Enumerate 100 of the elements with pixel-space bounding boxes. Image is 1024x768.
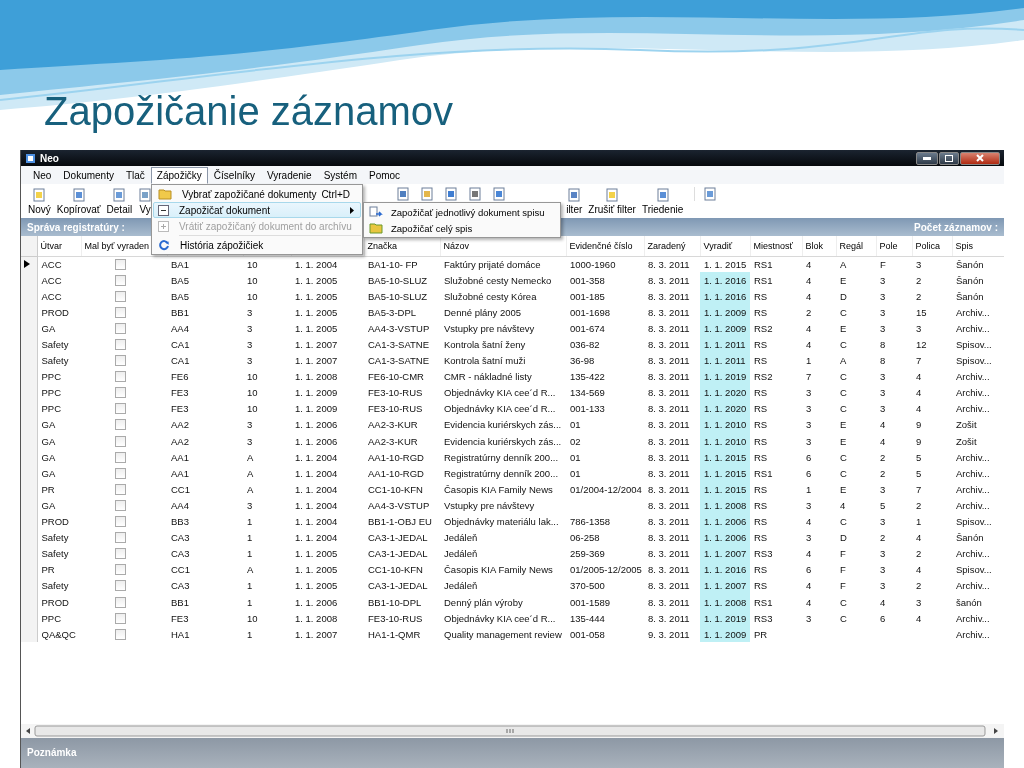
checkbox[interactable] [115, 628, 126, 640]
checkbox[interactable] [115, 612, 126, 624]
table-cell: 8. 3. 2011 [648, 322, 690, 334]
checkbox[interactable] [115, 371, 126, 383]
table-cell: AA2-3-KUR [368, 419, 418, 431]
checkbox[interactable] [115, 274, 126, 286]
table-cell: 10 [247, 290, 258, 302]
toolbar-button[interactable]: Kopírovať [53, 187, 104, 215]
toolbar-button[interactable]: Detail [103, 187, 136, 215]
checkbox[interactable] [115, 564, 126, 576]
table-cell: BB1 [171, 306, 189, 318]
table-cell: RS [754, 339, 768, 350]
minimize-button[interactable] [916, 151, 938, 165]
checkbox[interactable] [115, 419, 126, 431]
table-cell: 3 [880, 387, 886, 399]
table-cell: RS [754, 419, 768, 431]
checkbox[interactable] [115, 290, 126, 302]
table-cell: CA3-1-JEDAL [368, 548, 428, 560]
table-cell: AA4 [171, 322, 189, 334]
table-cell: Archiv... [956, 612, 990, 624]
table-cell: 6 [806, 467, 812, 479]
toolbar-button[interactable]: Triedenie [638, 187, 687, 215]
table-cell: 8. 3. 2011 [648, 403, 690, 415]
checkbox[interactable] [115, 467, 126, 479]
table-cell: 3 [880, 516, 886, 528]
table-cell: F [840, 580, 846, 592]
table-cell: 5 [916, 467, 922, 479]
table-cell: 8. 3. 2011 [648, 451, 690, 463]
table-cell: GA [41, 435, 56, 447]
slide-title: Zapožičanie záznamov [44, 88, 455, 135]
checkbox[interactable] [115, 403, 126, 415]
checkbox[interactable] [115, 596, 126, 608]
table-cell: RS1 [754, 467, 773, 479]
checkbox[interactable] [115, 322, 126, 334]
table-cell: 06-258 [570, 532, 600, 544]
toolbar-button[interactable]: ilter [563, 187, 586, 215]
checkbox[interactable] [115, 548, 126, 560]
menu-item[interactable]: Dokumenty [57, 166, 120, 184]
table-cell: 1. 1. 2005 [295, 274, 338, 286]
table-cell: 8. 3. 2011 [648, 355, 690, 367]
toolbar-button[interactable]: Nový [25, 187, 54, 215]
checkbox[interactable] [115, 435, 126, 447]
checkbox[interactable] [115, 483, 126, 495]
table-cell: 4 [806, 258, 812, 270]
table-cell: 8 [880, 339, 886, 350]
table-cell: 8. 3. 2011 [648, 564, 690, 576]
table-cell: RS [754, 306, 768, 318]
maximize-button[interactable] [939, 151, 959, 165]
checkbox[interactable] [115, 339, 126, 350]
checkbox[interactable] [115, 387, 126, 399]
checkbox[interactable] [115, 499, 126, 511]
menu-entry[interactable]: Zapožičať celý spis [365, 220, 559, 236]
toolbar-button[interactable]: Vy [135, 187, 156, 215]
column-header: Útvar [40, 240, 62, 251]
table-cell: Archiv... [956, 371, 990, 383]
close-button[interactable] [960, 151, 1000, 165]
table-cell: Šanón [956, 258, 984, 270]
table-cell: PPC [41, 387, 62, 399]
table-cell: RS [754, 516, 768, 528]
checkbox[interactable] [115, 258, 126, 270]
table-cell: 3 [806, 403, 812, 415]
table-cell: CA1 [171, 339, 190, 350]
menu-item[interactable]: Systém [317, 166, 363, 184]
menu-entry[interactable]: Zapožičať jednotlivý dokument spisu [365, 204, 559, 220]
checkbox[interactable] [115, 306, 126, 318]
table-cell: 1. 1. 2007 [295, 628, 338, 640]
menu-entry[interactable]: História zápožičiek [153, 237, 361, 253]
checkbox[interactable] [115, 580, 126, 592]
toolbar-icon [32, 187, 47, 202]
table-cell: A [247, 483, 254, 495]
table-cell: 3 [247, 435, 253, 447]
table-cell: 3 [880, 580, 886, 592]
menu-item[interactable]: Vyradenie [261, 166, 318, 184]
menu-item[interactable]: Zápožičky [150, 166, 208, 184]
table-cell: RS [754, 387, 768, 399]
checkbox[interactable] [115, 532, 126, 544]
table-cell: 2 [806, 306, 812, 318]
toolbar-button[interactable]: Zrušiť filter [585, 187, 639, 215]
checkbox[interactable] [115, 451, 126, 463]
checkbox[interactable] [115, 516, 126, 528]
table-cell: Šanón [956, 290, 984, 302]
checkbox[interactable] [115, 355, 126, 367]
plus-box-icon [158, 220, 169, 232]
table-cell: FE3 [171, 387, 189, 399]
table-cell: 1 [247, 628, 253, 640]
table-cell: QA&QC [41, 628, 76, 640]
column-header: Názov [443, 240, 469, 251]
menu-entry[interactable]: Vybrať zapožičané dokumenty Ctrl+D [153, 186, 361, 202]
table-cell: Registratúrny denník 200... [444, 451, 559, 463]
menu-item[interactable]: Tlač [119, 166, 151, 184]
table-cell: CA1-3-SATNE [368, 339, 430, 350]
table-cell: Šanón [956, 274, 984, 286]
table-cell: BA1-10- FP [368, 258, 418, 270]
menu-item[interactable]: Číselníky [207, 166, 261, 184]
table-cell: CMR - nákladné listy [444, 371, 532, 383]
menu-item[interactable]: Pomoc [363, 166, 407, 184]
menu-item[interactable]: Neo [27, 166, 58, 184]
table-cell: 8. 3. 2011 [648, 596, 690, 608]
menu-entry[interactable]: Zapožičať dokument [153, 202, 361, 218]
table-cell: 135-444 [570, 612, 605, 624]
